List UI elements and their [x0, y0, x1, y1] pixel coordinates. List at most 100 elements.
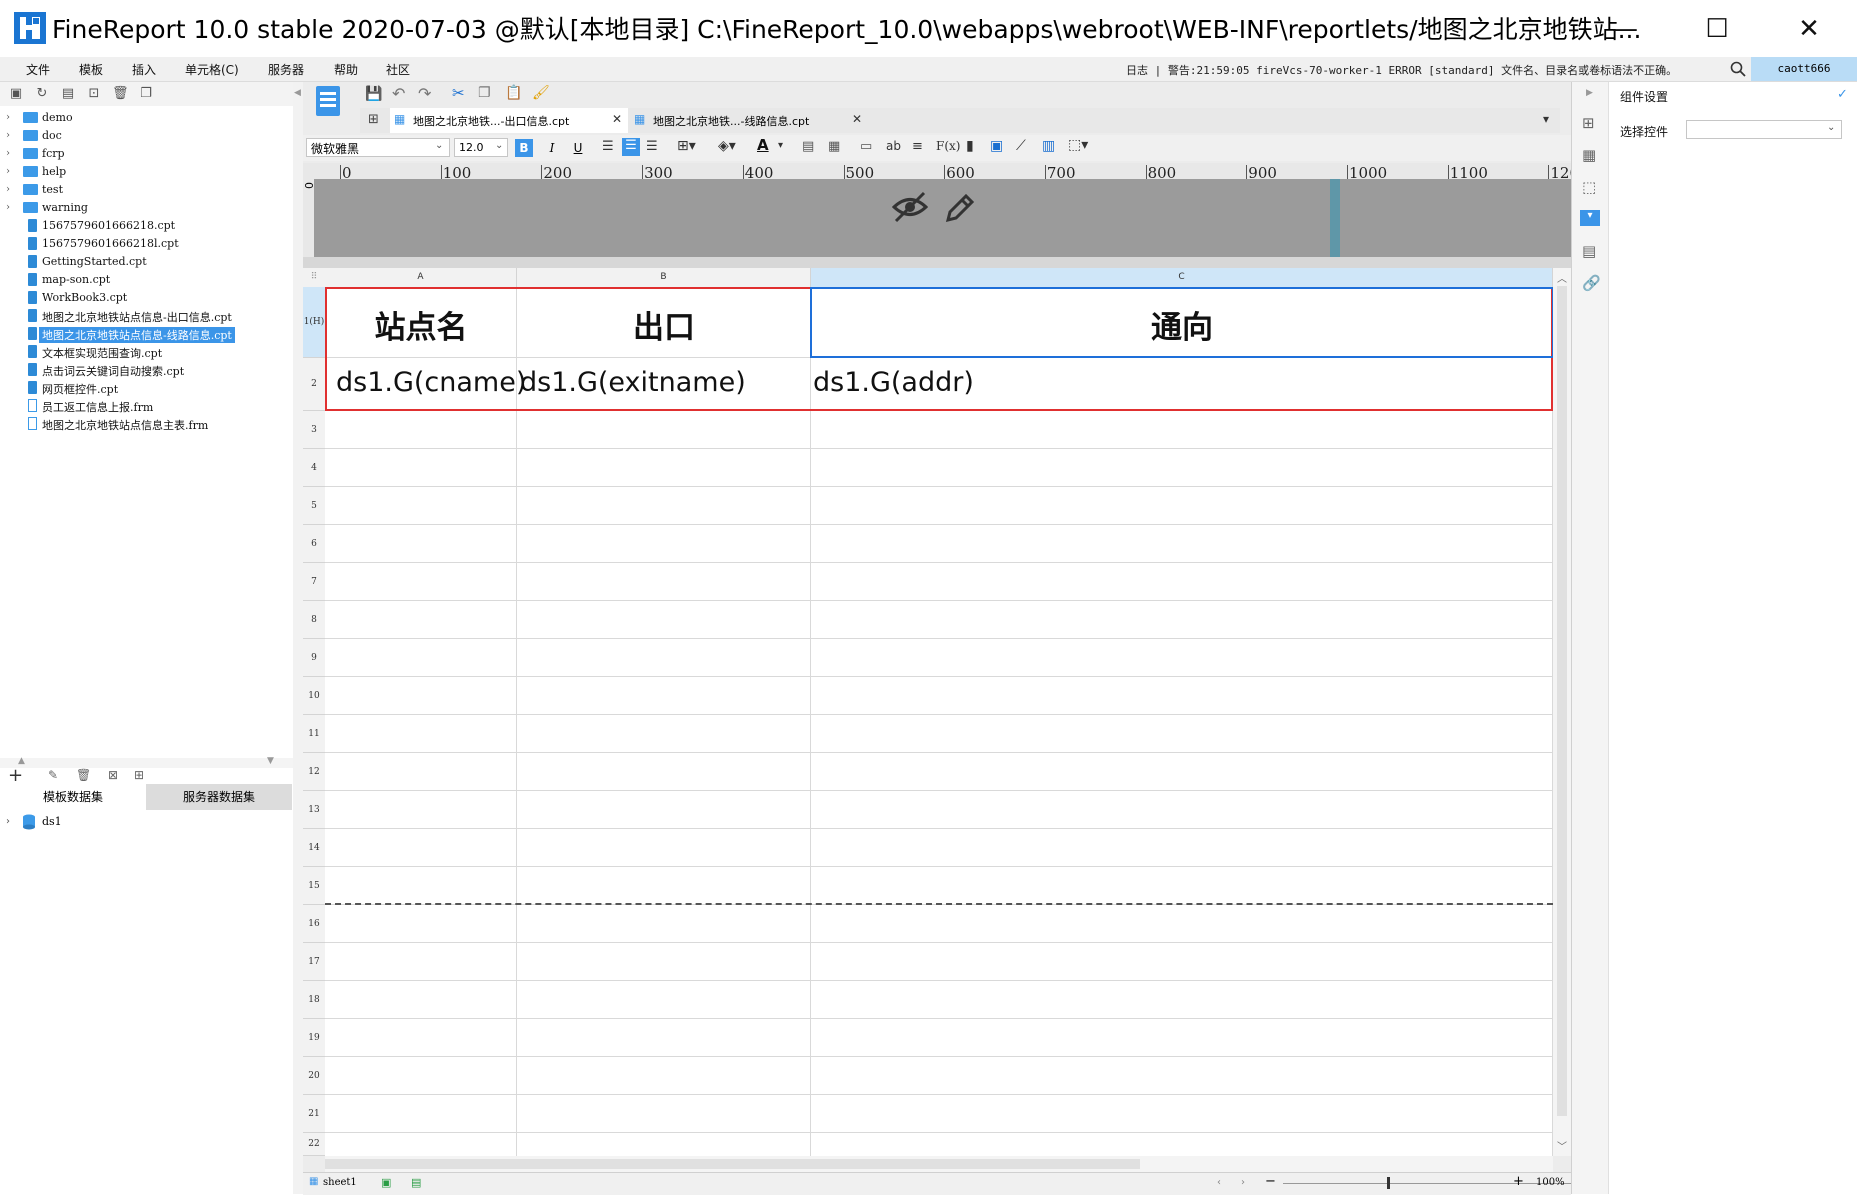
scroll-thumb[interactable] [1557, 286, 1567, 1116]
insert-text-icon[interactable]: ▭ [860, 139, 872, 154]
row-header[interactable]: 2 [303, 358, 325, 411]
unmerge-icon[interactable]: ▦ [828, 139, 840, 154]
tree-folder-doc[interactable]: › doc [0, 128, 293, 146]
add-polysheet-icon[interactable]: ▤ [411, 1176, 421, 1189]
sheet-tab[interactable]: sheet1 [323, 1177, 357, 1188]
vertical-splitter[interactable]: ◀ [293, 82, 303, 1194]
merge-icon[interactable]: ▤ [802, 139, 814, 154]
tree-file[interactable]: 1567579601666218l.cpt [0, 236, 293, 254]
scroll-up-icon[interactable]: ︿ [1557, 270, 1567, 285]
tree-file[interactable]: WorkBook3.cpt [0, 290, 293, 308]
template-type-button[interactable] [308, 86, 348, 132]
next-page-icon[interactable]: › [1241, 1177, 1245, 1188]
copy-icon[interactable]: ❐ [478, 85, 491, 101]
menu-file[interactable]: 文件 [26, 61, 50, 78]
menu-insert[interactable]: 插入 [132, 61, 156, 78]
preview-icon[interactable]: ⊠ [108, 768, 118, 782]
fill-color-icon[interactable]: ◈▾ [718, 138, 736, 154]
tree-folder-warning[interactable]: › warning [0, 200, 293, 218]
row-header[interactable]: 12 [303, 753, 325, 791]
row-header[interactable]: 1(H) [303, 287, 325, 358]
menu-template[interactable]: 模板 [79, 61, 103, 78]
delete-icon[interactable]: 🗑 [112, 86, 129, 102]
tree-folder-help[interactable]: › help [0, 164, 293, 182]
search-icon[interactable] [1730, 61, 1746, 77]
tree-file[interactable]: map-son.cpt [0, 272, 293, 290]
column-header-a[interactable]: A [325, 268, 517, 287]
align-right-icon[interactable]: ☰ [646, 139, 658, 154]
select-widget-dropdown[interactable]: ⌄ [1686, 120, 1842, 139]
tree-file[interactable]: 地图之北京地铁站点信息主表.frm [0, 416, 293, 434]
formula-icon[interactable]: F(x) [936, 139, 960, 153]
minimize-button[interactable]: — [1579, 0, 1671, 57]
tree-folder-demo[interactable]: › demo [0, 110, 293, 128]
row-header[interactable]: 19 [303, 1019, 325, 1057]
bold-button[interactable]: B [515, 139, 533, 157]
row-header[interactable]: 21 [303, 1095, 325, 1133]
horizontal-scrollbar[interactable] [325, 1156, 1553, 1172]
trash-icon[interactable]: 🗑 [76, 768, 91, 782]
tab-template-dataset[interactable]: 模板数据集 [0, 784, 146, 810]
menu-cell[interactable]: 单元格(C) [185, 61, 239, 78]
tree-folder-fcrp[interactable]: › fcrp [0, 146, 293, 164]
menu-help[interactable]: 帮助 [334, 61, 358, 78]
align-left-icon[interactable]: ☰ [602, 139, 614, 154]
row-header[interactable]: 18 [303, 981, 325, 1019]
row-header[interactable]: 15 [303, 867, 325, 905]
slash-icon[interactable]: ⟋ [1016, 138, 1026, 154]
condition-attribute-icon[interactable]: ▤ [1582, 242, 1596, 260]
save-icon[interactable]: 💾 [365, 86, 382, 102]
tree-file[interactable]: 网页框控件.cpt [0, 380, 293, 398]
row-header[interactable]: 7 [303, 563, 325, 601]
row-header[interactable]: 11 [303, 715, 325, 753]
hyperlink-icon[interactable]: 🔗 [1582, 274, 1601, 292]
widget-settings-icon[interactable]: ▾ [1580, 210, 1600, 226]
dataset-settings-icon[interactable]: ⊞ [134, 768, 144, 782]
italic-button[interactable]: I [543, 139, 561, 157]
tab-line-info[interactable]: ▦ 地图之北京地铁...-线路信息.cpt ✕ [630, 108, 868, 133]
row-header[interactable]: 10 [303, 677, 325, 715]
border-frame-icon[interactable]: ⬚▾ [1068, 137, 1088, 153]
edit-pencil-icon[interactable] [944, 190, 976, 224]
edit-icon[interactable]: ✎ [48, 768, 58, 782]
cell-attributes-icon[interactable]: ⊞ [1582, 114, 1595, 132]
tree-file[interactable]: 员工返工信息上报.frm [0, 398, 293, 416]
zoom-slider-thumb[interactable] [1387, 1177, 1390, 1189]
expand-arrow-icon[interactable]: › [6, 184, 10, 195]
add-sheet-icon[interactable]: ▣ [381, 1176, 391, 1189]
tree-file[interactable]: 地图之北京地铁站点信息-出口信息.cpt [0, 308, 293, 326]
row-header[interactable]: 17 [303, 943, 325, 981]
expand-arrow-icon[interactable]: › [6, 130, 10, 141]
add-dataset-icon[interactable]: + [8, 765, 23, 786]
image-icon[interactable]: ▣ [990, 138, 1003, 154]
row-header[interactable]: 20 [303, 1057, 325, 1095]
hide-eye-icon[interactable] [892, 190, 928, 224]
tree-file[interactable]: GettingStarted.cpt [0, 254, 293, 272]
row-header[interactable]: 5 [303, 487, 325, 525]
row-header[interactable]: 6 [303, 525, 325, 563]
tree-file[interactable]: 地图之北京地铁站点信息-线路信息.cpt [0, 326, 293, 344]
user-account[interactable]: caott666 [1751, 57, 1857, 81]
zoom-out-button[interactable]: − [1265, 1174, 1276, 1189]
lock-icon[interactable]: ⊡ [86, 86, 102, 102]
font-family-select[interactable]: 微软雅黑 ⌄ [306, 138, 450, 157]
tab-close-icon[interactable]: ✕ [612, 112, 622, 126]
float-element-icon[interactable]: ⬚ [1582, 178, 1596, 196]
row-header[interactable]: 13 [303, 791, 325, 829]
refresh-icon[interactable]: ↻ [34, 86, 50, 102]
new-folder-icon[interactable]: ▣ [8, 86, 24, 102]
expand-right-icon[interactable]: ▶ [1586, 88, 1593, 98]
paste-icon[interactable]: 📋 [505, 85, 522, 101]
row-header[interactable]: 3 [303, 411, 325, 449]
panel-splitter[interactable]: ▲ ▼ [0, 756, 293, 768]
collapse-down-icon[interactable]: ▼ [267, 756, 274, 766]
underline-button[interactable]: U [569, 139, 587, 157]
column-header-c[interactable]: C [811, 268, 1553, 287]
font-size-select[interactable]: 12.0 ⌄ [454, 138, 508, 157]
chevron-down-icon[interactable]: ▾ [778, 140, 783, 151]
row-header[interactable]: 8 [303, 601, 325, 639]
scroll-down-icon[interactable]: ﹀ [1557, 1138, 1567, 1153]
tree-file[interactable]: 1567579601666218.cpt [0, 218, 293, 236]
vertical-scrollbar[interactable]: ︿ ﹀ [1553, 268, 1571, 1156]
select-all-corner[interactable]: ⠿ [303, 268, 325, 287]
